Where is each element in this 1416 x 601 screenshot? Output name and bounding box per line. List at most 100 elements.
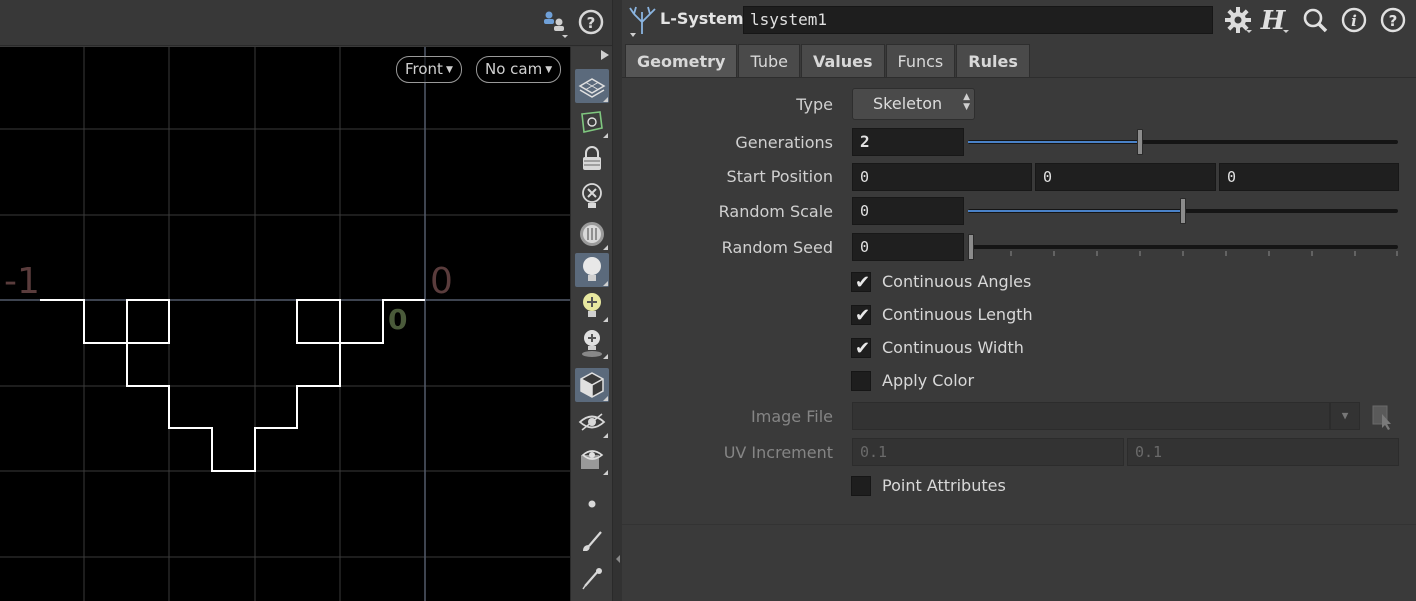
- image-file-dropdown[interactable]: ▼: [1330, 402, 1360, 430]
- apply-color-checkbox[interactable]: ✔: [851, 371, 871, 391]
- headlight-icon: [580, 222, 604, 246]
- collapse-arrow-icon[interactable]: [616, 555, 620, 563]
- dropper-icon: [582, 568, 602, 590]
- camera-menu-button[interactable]: No cam ▼: [476, 56, 562, 83]
- gear-icon: [1225, 7, 1252, 33]
- scene-viewer: ? -1 0 0 Front ▼ No cam ▼: [0, 0, 612, 601]
- random-seed-slider[interactable]: [968, 234, 1398, 260]
- brush-icon: [583, 531, 602, 551]
- headlight-tool[interactable]: [575, 217, 609, 251]
- continuous-width-checkbox[interactable]: ✔: [851, 338, 871, 359]
- updown-arrows-icon: ▲ ▼: [963, 92, 970, 112]
- start-position-label: Start Position: [726, 167, 833, 186]
- origin-marker: 0: [388, 303, 407, 336]
- uv-increment-label: UV Increment: [723, 443, 833, 462]
- lsystem-node-icon[interactable]: [626, 4, 658, 42]
- checkmark-icon: ✔: [855, 305, 871, 326]
- gear-menu-button[interactable]: [1222, 4, 1254, 36]
- houdini-help-button[interactable]: H: [1259, 4, 1291, 36]
- hq-shadows-tool[interactable]: [575, 326, 609, 360]
- slider-handle[interactable]: [1180, 198, 1186, 224]
- image-file-label: Image File: [751, 407, 833, 426]
- brush-tool[interactable]: [575, 525, 609, 559]
- image-file-field[interactable]: [852, 402, 1330, 430]
- tab-values[interactable]: Values: [800, 44, 885, 77]
- random-seed-field[interactable]: 0: [852, 233, 964, 261]
- checkmark-icon: ✔: [855, 338, 871, 359]
- reference-plane-tool[interactable]: [575, 69, 609, 103]
- help-icon: ?: [1380, 7, 1406, 33]
- toolbar-expand-icon[interactable]: [601, 50, 609, 60]
- slider-track: [968, 245, 1398, 249]
- viewport-grid-svg: -1 0 0: [0, 47, 570, 601]
- no-lights-tool[interactable]: [575, 180, 609, 214]
- light-shadow-icon: [582, 330, 602, 357]
- pane-splitter[interactable]: [612, 0, 622, 601]
- checkmark-icon: ✔: [855, 272, 871, 293]
- point-display-tool[interactable]: [575, 487, 609, 521]
- camera-menu-label: No cam: [485, 60, 543, 78]
- node-type-label: L-System: [660, 9, 744, 28]
- tab-tube[interactable]: Tube: [738, 44, 800, 77]
- tab-divider: [622, 77, 1416, 78]
- view-menu-button[interactable]: Front ▼: [396, 56, 462, 83]
- shading-mode-tool[interactable]: [575, 368, 609, 402]
- uv-increment-v-field[interactable]: 0.1: [1127, 438, 1399, 466]
- tab-funcs[interactable]: Funcs: [885, 44, 956, 77]
- type-label: Type: [796, 95, 833, 114]
- grid-plane-icon: [578, 78, 606, 98]
- search-button[interactable]: [1299, 4, 1331, 36]
- random-scale-field[interactable]: 0: [852, 197, 964, 225]
- slider-handle[interactable]: [1137, 129, 1143, 155]
- point-attributes-checkbox[interactable]: ✔: [851, 476, 871, 496]
- high-quality-lighting-tool[interactable]: [575, 289, 609, 323]
- node-name-input[interactable]: lsystem1: [743, 6, 1213, 34]
- viewer-topbar: ?: [0, 0, 612, 46]
- generations-field[interactable]: 2: [852, 128, 964, 156]
- file-chooser-button[interactable]: [1370, 404, 1396, 430]
- node-help-button[interactable]: ?: [1377, 4, 1409, 36]
- start-position-z-field[interactable]: 0: [1219, 163, 1399, 191]
- parameter-tabs: Geometry Tube Values Funcs Rules: [625, 44, 1031, 77]
- houdini-h-icon: H: [1260, 6, 1289, 35]
- pick-tool[interactable]: [575, 562, 609, 596]
- viewport-grid: [0, 47, 570, 601]
- tab-geometry[interactable]: Geometry: [625, 44, 738, 77]
- info-button[interactable]: i: [1338, 4, 1370, 36]
- random-scale-label: Random Scale: [718, 202, 833, 221]
- help-icon[interactable]: ?: [577, 8, 605, 40]
- random-seed-label: Random Seed: [721, 238, 833, 257]
- visualizer-tool[interactable]: [575, 442, 609, 476]
- generations-slider[interactable]: [968, 129, 1398, 155]
- visibility-tool[interactable]: [575, 405, 609, 439]
- construction-plane-tool[interactable]: [575, 105, 609, 139]
- apply-color-label: Apply Color: [882, 371, 975, 390]
- uv-increment-u-field[interactable]: 0.1: [852, 438, 1124, 466]
- continuous-angles-checkbox[interactable]: ✔: [851, 272, 871, 293]
- node-header: L-System lsystem1 H i ?: [622, 0, 1416, 40]
- axis-label-zero: 0: [430, 261, 453, 302]
- random-scale-slider[interactable]: [968, 198, 1398, 224]
- svg-text:H: H: [1260, 6, 1287, 35]
- type-menu[interactable]: Skeleton ▲ ▼: [852, 88, 975, 120]
- lock-camera-tool[interactable]: [575, 142, 609, 176]
- display-options-icon[interactable]: [540, 8, 568, 42]
- light-bulb-icon: [583, 257, 601, 281]
- snap-plane-icon: [581, 111, 603, 133]
- continuous-length-checkbox[interactable]: ✔: [851, 305, 871, 326]
- parameter-editor: L-System lsystem1 H i ? Geometry Tube Va…: [622, 0, 1416, 601]
- shaded-cube-icon: [580, 372, 604, 398]
- dot-icon: [588, 500, 596, 508]
- start-position-x-field[interactable]: 0: [852, 163, 1032, 191]
- eye-icon: [578, 413, 606, 431]
- slider-handle[interactable]: [968, 234, 974, 260]
- generations-label: Generations: [735, 133, 833, 152]
- normal-lighting-tool[interactable]: [575, 253, 609, 287]
- continuous-angles-label: Continuous Angles: [882, 272, 1032, 291]
- continuous-length-label: Continuous Length: [882, 305, 1033, 324]
- start-position-y-field[interactable]: 0: [1035, 163, 1216, 191]
- viewport-canvas[interactable]: -1 0 0 Front ▼ No cam ▼: [0, 47, 570, 601]
- slider-ticks: [1010, 251, 1398, 256]
- tab-rules[interactable]: Rules: [956, 44, 1030, 77]
- light-off-icon: [582, 183, 602, 208]
